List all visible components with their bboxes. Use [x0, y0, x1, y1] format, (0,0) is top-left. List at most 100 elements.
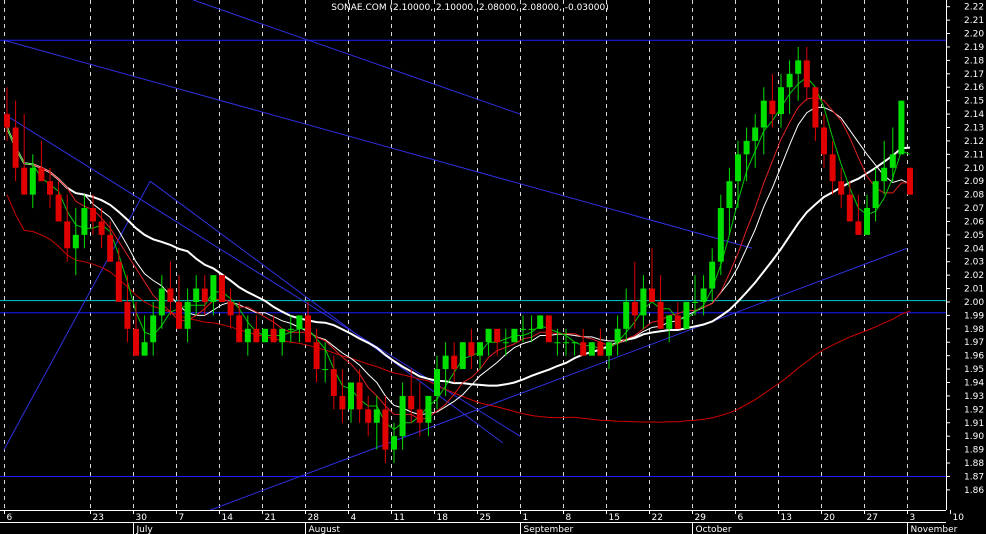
- y-tick-label-1.92: 1.92: [964, 405, 984, 415]
- candle-body-47: [408, 395, 415, 410]
- candle-body-77: [666, 315, 673, 329]
- x-tick-label-4: 4: [351, 513, 357, 523]
- x-tick-label-18: 18: [437, 513, 449, 523]
- candle-body-80: [692, 301, 698, 303]
- candle-body-105: [907, 167, 913, 195]
- y-tick-label-2.09: 2.09: [964, 177, 984, 187]
- candle-body-70: [606, 342, 612, 356]
- candle-body-97: [838, 181, 845, 195]
- month-label-november: November: [911, 525, 958, 534]
- candle-body-31: [270, 328, 277, 343]
- vertical-gridlines: [4, 0, 951, 510]
- y-tick-label-2.07: 2.07: [964, 204, 984, 214]
- candle-body-96: [829, 154, 836, 182]
- candle-body-5: [47, 181, 53, 195]
- candle-body-56: [485, 328, 492, 343]
- candle-body-8: [72, 234, 79, 249]
- y-tick-label-2.13: 2.13: [964, 124, 984, 134]
- y-tick-label-2.15: 2.15: [964, 97, 984, 107]
- y-tick-label-1.96: 1.96: [964, 352, 984, 362]
- trendline-0: [3, 39, 753, 249]
- candle-body-51: [442, 355, 449, 370]
- y-tick-label-1.95: 1.95: [964, 365, 984, 375]
- x-tick-label-11: 11: [394, 513, 405, 523]
- candle-body-29: [253, 328, 260, 343]
- trendline-5: [193, 0, 521, 115]
- candle-body-104: [898, 100, 905, 155]
- candle-body-87: [752, 127, 759, 141]
- candle-body-52: [451, 355, 458, 370]
- moving-averages: [6, 76, 911, 431]
- x-tick-label-22: 22: [652, 513, 663, 523]
- candle-body-84: [726, 181, 733, 209]
- candle-body-50: [434, 369, 440, 396]
- x-tick-label-25: 25: [480, 513, 491, 523]
- y-tick-label-2.19: 2.19: [964, 43, 984, 53]
- candle-body-59: [511, 328, 518, 343]
- candle-body-44: [382, 409, 389, 450]
- y-tick-label-1.86: 1.86: [964, 486, 984, 496]
- x-tick-label-10: 10: [953, 513, 965, 523]
- y-tick-label-1.91: 1.91: [964, 419, 984, 429]
- y-tick-label-2.22: 2.22: [964, 3, 984, 13]
- y-tick-label-1.89: 1.89: [964, 446, 984, 456]
- x-tick-label-3: 3: [910, 513, 916, 523]
- x-tick-label-1: 1: [523, 513, 529, 523]
- candle-body-93: [803, 60, 810, 88]
- y-tick-label-2.21: 2.21: [964, 16, 984, 26]
- candle-body-39: [339, 395, 346, 410]
- candle-body-42: [365, 409, 372, 423]
- candle-body-98: [846, 194, 853, 222]
- candle-body-103: [889, 154, 896, 168]
- x-tick-label-15: 15: [609, 513, 620, 523]
- candle-body-69: [597, 342, 604, 356]
- month-label-september: September: [524, 525, 574, 534]
- y-tick-label-2.12: 2.12: [964, 137, 984, 147]
- candle-body-85: [735, 154, 741, 182]
- candle-body-17: [150, 315, 157, 343]
- candle-body-67: [580, 342, 587, 356]
- y-axis: 1.86 1.87 1.88 1.89 1.90 1.91 1.92 1.93 1.94 1.95…: [946, 0, 986, 534]
- candle-body-92: [795, 60, 802, 74]
- y-tick-label-1.90: 1.90: [964, 432, 984, 442]
- y-tick-label-2.01: 2.01: [964, 285, 984, 295]
- candle-body-46: [399, 395, 406, 437]
- candle-body-10: [90, 208, 96, 222]
- candle-body-45: [391, 436, 397, 450]
- candle-body-65: [563, 342, 569, 344]
- candle-body-71: [614, 328, 621, 343]
- candle-body-13: [115, 261, 122, 302]
- candle-body-53: [459, 342, 466, 370]
- y-tick-label-1.97: 1.97: [964, 338, 984, 348]
- candle-body-95: [821, 127, 827, 155]
- candle-body-55: [477, 342, 483, 356]
- candle-body-54: [468, 342, 475, 356]
- x-tick-label-6: 6: [7, 513, 13, 523]
- chart-title: SONAE.COM (2.10000, 2.10000, 2.08000, 2.…: [331, 3, 608, 13]
- candle-body-63: [545, 315, 552, 343]
- x-axis: 623307142128411182518152229613202731017J…: [0, 510, 986, 534]
- trendlines: [3, 0, 908, 511]
- candle-body-30: [262, 328, 268, 343]
- candle-body-20: [176, 301, 182, 329]
- candle-body-15: [133, 328, 139, 356]
- x-tick-label-8: 8: [566, 513, 572, 523]
- y-tick-label-2.14: 2.14: [964, 110, 984, 120]
- x-tick-label-7: 7: [179, 513, 185, 523]
- month-label-august: August: [309, 525, 341, 534]
- y-tick-label-2.02: 2.02: [964, 271, 984, 281]
- candle-body-86: [743, 140, 750, 155]
- candle-body-90: [778, 87, 784, 115]
- x-tick-label-14: 14: [222, 513, 234, 523]
- candle-body-23: [201, 288, 208, 302]
- candle-body-94: [812, 87, 819, 128]
- candle-body-16: [141, 342, 148, 356]
- candle-body-27: [236, 315, 243, 343]
- y-tick-label-1.99: 1.99: [964, 311, 984, 321]
- candle-body-66: [571, 342, 578, 344]
- candle-body-2: [21, 167, 28, 195]
- candle-body-73: [631, 301, 638, 316]
- candle-body-28: [244, 328, 251, 343]
- candle-body-62: [537, 315, 544, 329]
- candle-body-41: [356, 382, 363, 410]
